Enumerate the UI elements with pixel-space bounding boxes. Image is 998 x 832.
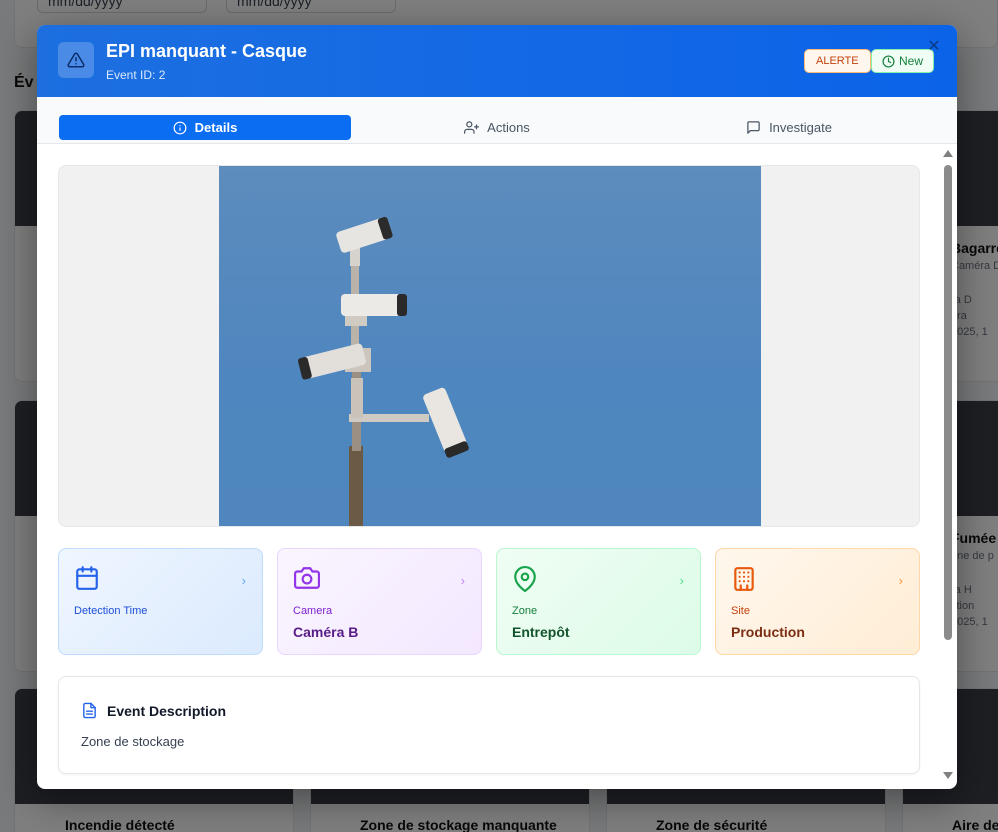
tab-actions[interactable]: Actions (351, 115, 643, 140)
card-value: Entrepôt (512, 624, 570, 640)
clock-icon (882, 54, 895, 68)
event-image-panel (58, 165, 920, 527)
modal-content: › Detection Time › Camera Caméra B › Zon… (37, 144, 957, 789)
tab-label: Investigate (769, 120, 832, 135)
alert-triangle-icon (58, 42, 94, 78)
map-pin-icon (514, 566, 536, 593)
description-text: Zone de stockage (81, 734, 185, 749)
event-description-panel: Event Description Zone de stockage (58, 676, 920, 774)
close-icon[interactable]: ✕ (926, 39, 942, 55)
info-icon (173, 121, 187, 134)
status-badge-label: New (899, 54, 924, 68)
card-label: Camera (293, 605, 333, 617)
card-value: Production (731, 624, 805, 640)
user-plus-icon (464, 121, 480, 134)
event-snapshot-image[interactable] (219, 166, 761, 526)
tab-details[interactable]: Details (59, 115, 351, 140)
card-label: Detection Time (74, 605, 148, 617)
event-id: Event ID: 2 (106, 68, 166, 82)
message-icon (747, 121, 760, 134)
tab-label: Details (194, 120, 238, 135)
scroll-up-arrow[interactable] (943, 150, 953, 157)
chevron-right-icon: › (241, 573, 246, 588)
scroll-down-arrow[interactable] (943, 772, 953, 779)
card-value: Caméra B (293, 624, 359, 640)
modal-header: EPI manquant - Casque Event ID: 2 ALERTE… (37, 25, 957, 97)
modal-title: EPI manquant - Casque (106, 41, 308, 61)
chevron-right-icon: › (679, 573, 684, 588)
calendar-icon (76, 566, 98, 590)
scrollbar-thumb[interactable] (944, 165, 952, 640)
chevron-right-icon: › (460, 573, 465, 588)
chevron-right-icon: › (898, 573, 903, 588)
file-text-icon (83, 702, 96, 719)
severity-badge: ALERTE (804, 49, 871, 73)
building-icon (734, 567, 754, 591)
card-label: Zone (512, 605, 538, 617)
card-label: Site (731, 605, 750, 617)
tab-investigate[interactable]: Investigate (643, 115, 935, 140)
tab-label: Actions (487, 120, 530, 135)
site-card[interactable]: › Site Production (715, 548, 920, 655)
description-title: Event Description (107, 703, 227, 719)
tab-bar: Details Actions Investigate (37, 97, 957, 144)
camera-card[interactable]: › Camera Caméra B (277, 548, 482, 655)
detection-time-card[interactable]: › Detection Time (58, 548, 263, 655)
event-detail-modal: EPI manquant - Casque Event ID: 2 ALERTE… (37, 25, 957, 789)
camera-icon (294, 567, 320, 589)
status-badge: New (871, 49, 935, 73)
zone-card[interactable]: › Zone Entrepôt (496, 548, 701, 655)
